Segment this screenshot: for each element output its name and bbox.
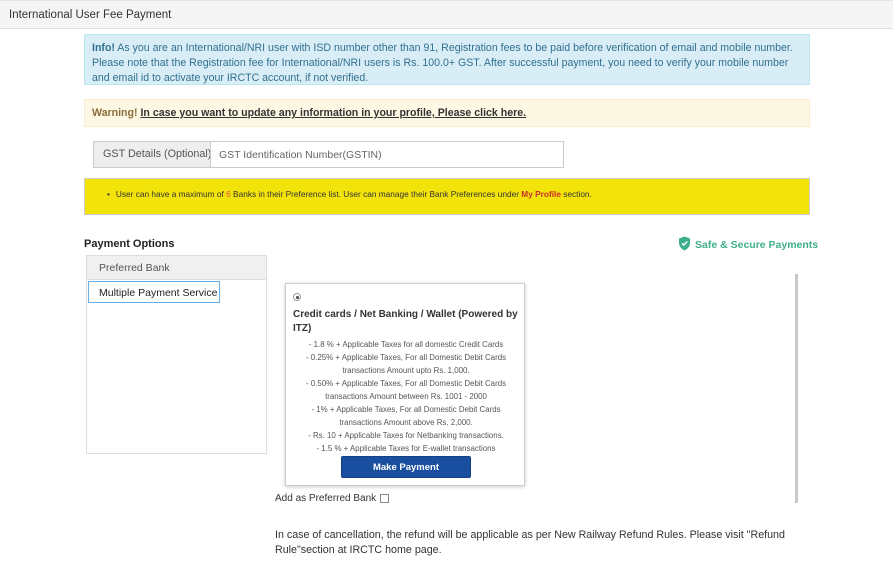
notice-text-after: section. — [560, 189, 592, 199]
fee-item: - 0.25% + Applicable Taxes, For all Dome… — [305, 353, 507, 375]
add-preferred-label: Add as Preferred Bank — [275, 493, 377, 504]
fee-item: - 1.8 % + Applicable Taxes for all domes… — [308, 340, 504, 349]
fee-item: - Rs. 10 + Applicable Taxes for Netbanki… — [308, 431, 504, 440]
info-text: As you are an International/NRI user wit… — [92, 42, 793, 84]
update-profile-link[interactable]: In case you want to update any informati… — [140, 107, 526, 119]
add-preferred-bank: Add as Preferred Bank — [275, 493, 390, 504]
fee-list: - 1.8 % + Applicable Taxes for all domes… — [291, 338, 521, 455]
info-alert: Info! As you are an International/NRI us… — [84, 34, 810, 85]
my-profile-link[interactable]: My Profile — [521, 189, 561, 199]
warning-alert: Warning! In case you want to update any … — [84, 99, 810, 127]
info-label: Info! — [92, 42, 115, 54]
fee-item: - 1% + Applicable Taxes, For all Domesti… — [311, 405, 501, 427]
shield-icon — [678, 236, 691, 254]
scrollbar[interactable] — [795, 274, 798, 503]
bullet-icon: • — [107, 189, 110, 199]
bank-preference-notice: • User can have a maximum of 6 Banks in t… — [84, 178, 810, 215]
secure-payments-badge: Safe & Secure Payments — [678, 236, 818, 254]
notice-text-middle: Banks in their Preference list. User can… — [230, 189, 522, 199]
warning-label: Warning! — [92, 107, 138, 119]
refund-note: In case of cancellation, the refund will… — [275, 529, 785, 556]
page-title: International User Fee Payment — [0, 0, 893, 29]
tab-preferred-bank[interactable]: Preferred Bank — [87, 256, 266, 280]
gst-input-group: GST Details (Optional) — [93, 141, 564, 168]
payment-options-title: Payment Options — [84, 238, 175, 250]
notice-text-before: User can have a maximum of — [115, 189, 227, 199]
gstin-input[interactable] — [210, 141, 564, 168]
fee-item: - 1.5 % + Applicable Taxes for E-wallet … — [316, 444, 496, 453]
fee-item: - 0.50% + Applicable Taxes, For all Dome… — [305, 379, 507, 401]
tab-multiple-payment-service[interactable]: Multiple Payment Service — [88, 281, 220, 303]
payment-method-title: Credit cards / Net Banking / Wallet (Pow… — [293, 309, 518, 334]
gst-addon-label: GST Details (Optional) — [93, 141, 211, 168]
add-preferred-checkbox[interactable] — [380, 494, 390, 503]
secure-payments-label: Safe & Secure Payments — [695, 239, 819, 251]
payment-tabs: Preferred Bank Multiple Payment Service — [86, 255, 267, 454]
payment-method-radio[interactable] — [293, 293, 301, 301]
payment-method-card: Credit cards / Net Banking / Wallet (Pow… — [285, 283, 525, 486]
make-payment-button[interactable]: Make Payment — [341, 456, 471, 478]
